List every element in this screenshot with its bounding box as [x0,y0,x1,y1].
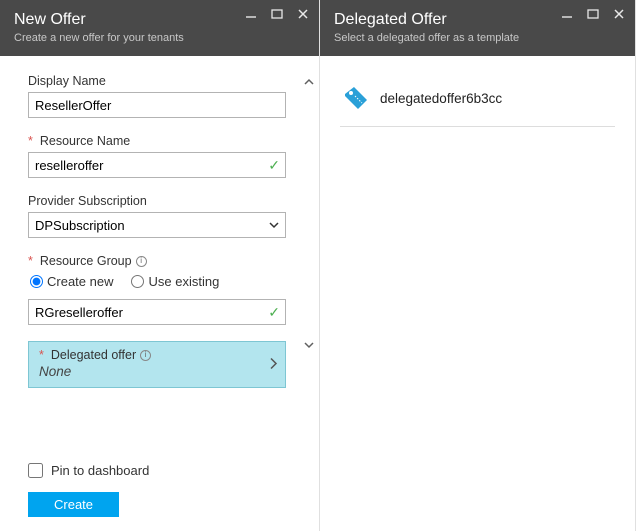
info-icon[interactable]: i [140,350,151,361]
minimize-button[interactable] [559,6,575,22]
maximize-button[interactable] [269,6,285,22]
delegated-offer-item[interactable]: delegatedoffer6b3cc [340,78,615,127]
offer-item-label: delegatedoffer6b3cc [380,91,502,106]
required-marker: * [28,254,33,268]
resource-name-input[interactable] [28,152,286,178]
display-name-input[interactable] [28,92,286,118]
window-controls [243,6,311,22]
info-icon[interactable]: i [136,256,147,267]
form-content: Display Name * Resource Name ✓ Provider … [0,56,319,463]
close-button[interactable] [295,6,311,22]
close-button[interactable] [611,6,627,22]
provider-subscription-label: Provider Subscription [28,194,297,208]
required-marker: * [28,134,33,148]
provider-subscription-select[interactable]: DPSubscription [28,212,286,238]
blade-header: New Offer Create a new offer for your te… [0,0,319,56]
minimize-button[interactable] [243,6,259,22]
delegated-offer-selector[interactable]: * Delegated offer i None [28,341,286,388]
pin-label: Pin to dashboard [51,463,149,478]
scrollbar[interactable] [301,74,317,353]
blade-subtitle: Create a new offer for your tenants [14,32,305,44]
required-marker: * [39,348,44,362]
blade-footer: Pin to dashboard Create [0,463,319,531]
resource-group-label: * Resource Group i [28,254,297,268]
delegated-offer-blade: Delegated Offer Select a delegated offer… [320,0,636,531]
create-button[interactable]: Create [28,492,119,517]
maximize-button[interactable] [585,6,601,22]
resource-group-input[interactable] [28,299,286,325]
display-name-label: Display Name [28,74,297,88]
delegated-offer-value: None [39,364,275,379]
blade-header: Delegated Offer Select a delegated offer… [320,0,635,56]
resource-name-label: * Resource Name [28,134,297,148]
use-existing-radio[interactable]: Use existing [131,274,219,289]
tag-icon [342,84,370,112]
blade-subtitle: Select a delegated offer as a template [334,32,621,44]
scroll-up-icon[interactable] [301,74,317,90]
create-new-radio[interactable]: Create new [30,274,113,289]
scroll-down-icon[interactable] [301,337,317,353]
pin-to-dashboard-checkbox[interactable] [28,463,43,478]
offer-list: delegatedoffer6b3cc [320,56,635,149]
window-controls [559,6,627,22]
new-offer-blade: New Offer Create a new offer for your te… [0,0,320,531]
chevron-right-icon [269,356,279,373]
